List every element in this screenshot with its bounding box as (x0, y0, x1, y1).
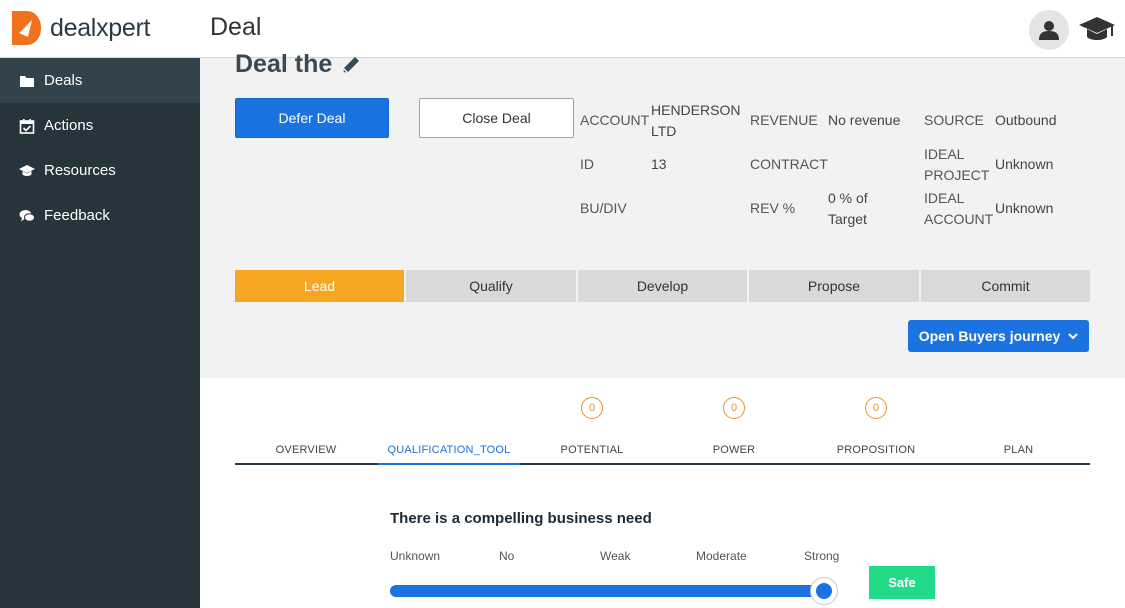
open-buyers-journey-label: Open Buyers journey (918, 328, 1061, 344)
logo[interactable]: dealxpert (10, 9, 150, 47)
ideal-project-label: IDEAL PROJECT (924, 144, 989, 186)
tab-underline (235, 463, 1090, 465)
sidebar: Deals Actions Resources Feedback (0, 58, 200, 608)
revenue-label: REVENUE (750, 112, 818, 128)
calendar-check-icon (19, 118, 35, 134)
power-count-badge: 0 (723, 397, 745, 419)
sidebar-item-label: Actions (44, 117, 94, 134)
close-deal-button[interactable]: Close Deal (419, 98, 574, 138)
ideal-project-label-line: IDEAL (924, 146, 965, 162)
deal-title: Deal the (235, 50, 362, 79)
open-buyers-journey-button[interactable]: Open Buyers journey (908, 320, 1089, 352)
tab-qualification-tool[interactable]: QUALIFICATION_TOOL (378, 436, 520, 464)
account-label: ACCOUNT (580, 112, 650, 128)
source-value: Outbound (995, 112, 1057, 128)
ideal-project-label-line: PROJECT (924, 167, 990, 183)
ideal-account-label-line: ACCOUNT (924, 211, 994, 227)
user-icon (1039, 21, 1059, 40)
ideal-account-value: Unknown (995, 200, 1054, 216)
question-text: There is a compelling business need (390, 510, 652, 527)
id-label: ID (580, 156, 594, 172)
potential-count-badge: 0 (581, 397, 603, 419)
ideal-account-label: IDEAL ACCOUNT (924, 188, 993, 230)
tab-proposition[interactable]: PROPOSITION (805, 436, 947, 464)
need-slider-track[interactable] (390, 585, 824, 597)
sidebar-item-resources[interactable]: Resources (0, 148, 200, 193)
stage-commit[interactable]: Commit (921, 270, 1090, 302)
need-slider-handle[interactable] (810, 577, 838, 605)
account-value-line: LTD (651, 123, 677, 139)
budiv-label: BU/DIV (580, 200, 627, 216)
scale-label-moderate: Moderate (696, 549, 747, 563)
stage-develop[interactable]: Develop (578, 270, 747, 302)
graduation-cap-icon[interactable] (1078, 14, 1116, 44)
stage-qualify[interactable]: Qualify (406, 270, 576, 302)
tab-power[interactable]: POWER (663, 436, 805, 464)
account-value-line: HENDERSON (651, 102, 741, 118)
sidebar-item-label: Deals (44, 72, 83, 89)
proposition-count-badge: 0 (865, 397, 887, 419)
revenue-value: No revenue (828, 112, 901, 128)
rev-pct-value-line: 0 % of (828, 190, 868, 206)
dealxpert-logo-icon (12, 11, 41, 45)
tab-potential[interactable]: POTENTIAL (521, 436, 663, 464)
ideal-account-label-line: IDEAL (924, 190, 965, 206)
sidebar-item-actions[interactable]: Actions (0, 103, 200, 148)
rev-pct-value: 0 % of Target (828, 188, 868, 230)
contract-label: CONTRACT (750, 156, 828, 172)
comments-icon (19, 209, 35, 222)
top-bar: dealxpert Deal (0, 0, 1125, 58)
source-label: SOURCE (924, 112, 984, 128)
defer-deal-button[interactable]: Defer Deal (235, 98, 389, 138)
scale-label-strong: Strong (804, 549, 840, 563)
sidebar-item-label: Resources (44, 162, 116, 179)
account-value[interactable]: HENDERSON LTD (651, 100, 740, 142)
app-name: dealxpert (50, 13, 151, 42)
active-tab-indicator (378, 463, 520, 465)
scale-label-weak: Weak (600, 549, 631, 563)
stage-propose[interactable]: Propose (749, 270, 919, 302)
sidebar-item-deals[interactable]: Deals (0, 58, 200, 103)
rev-pct-label: REV % (750, 200, 796, 216)
pencil-icon[interactable] (340, 54, 362, 76)
deal-title-text: Deal the (235, 50, 333, 78)
folder-icon (20, 75, 34, 87)
tab-overview[interactable]: OVERVIEW (235, 436, 377, 464)
scale-label-unknown: Unknown (390, 549, 441, 563)
ideal-project-value: Unknown (995, 156, 1054, 172)
sidebar-item-feedback[interactable]: Feedback (0, 193, 200, 238)
sidebar-item-label: Feedback (44, 207, 110, 224)
page-heading: Deal (210, 13, 262, 41)
status-badge[interactable]: Safe (869, 566, 935, 599)
scale-label-no: No (499, 549, 515, 563)
tab-plan[interactable]: PLAN (947, 436, 1090, 464)
chevron-down-icon (1068, 333, 1079, 340)
user-avatar[interactable] (1029, 10, 1069, 50)
rev-pct-value-line: Target (828, 211, 867, 227)
id-value: 13 (651, 156, 667, 172)
graduation-cap-icon (19, 164, 35, 176)
stage-lead[interactable]: Lead (235, 270, 404, 302)
